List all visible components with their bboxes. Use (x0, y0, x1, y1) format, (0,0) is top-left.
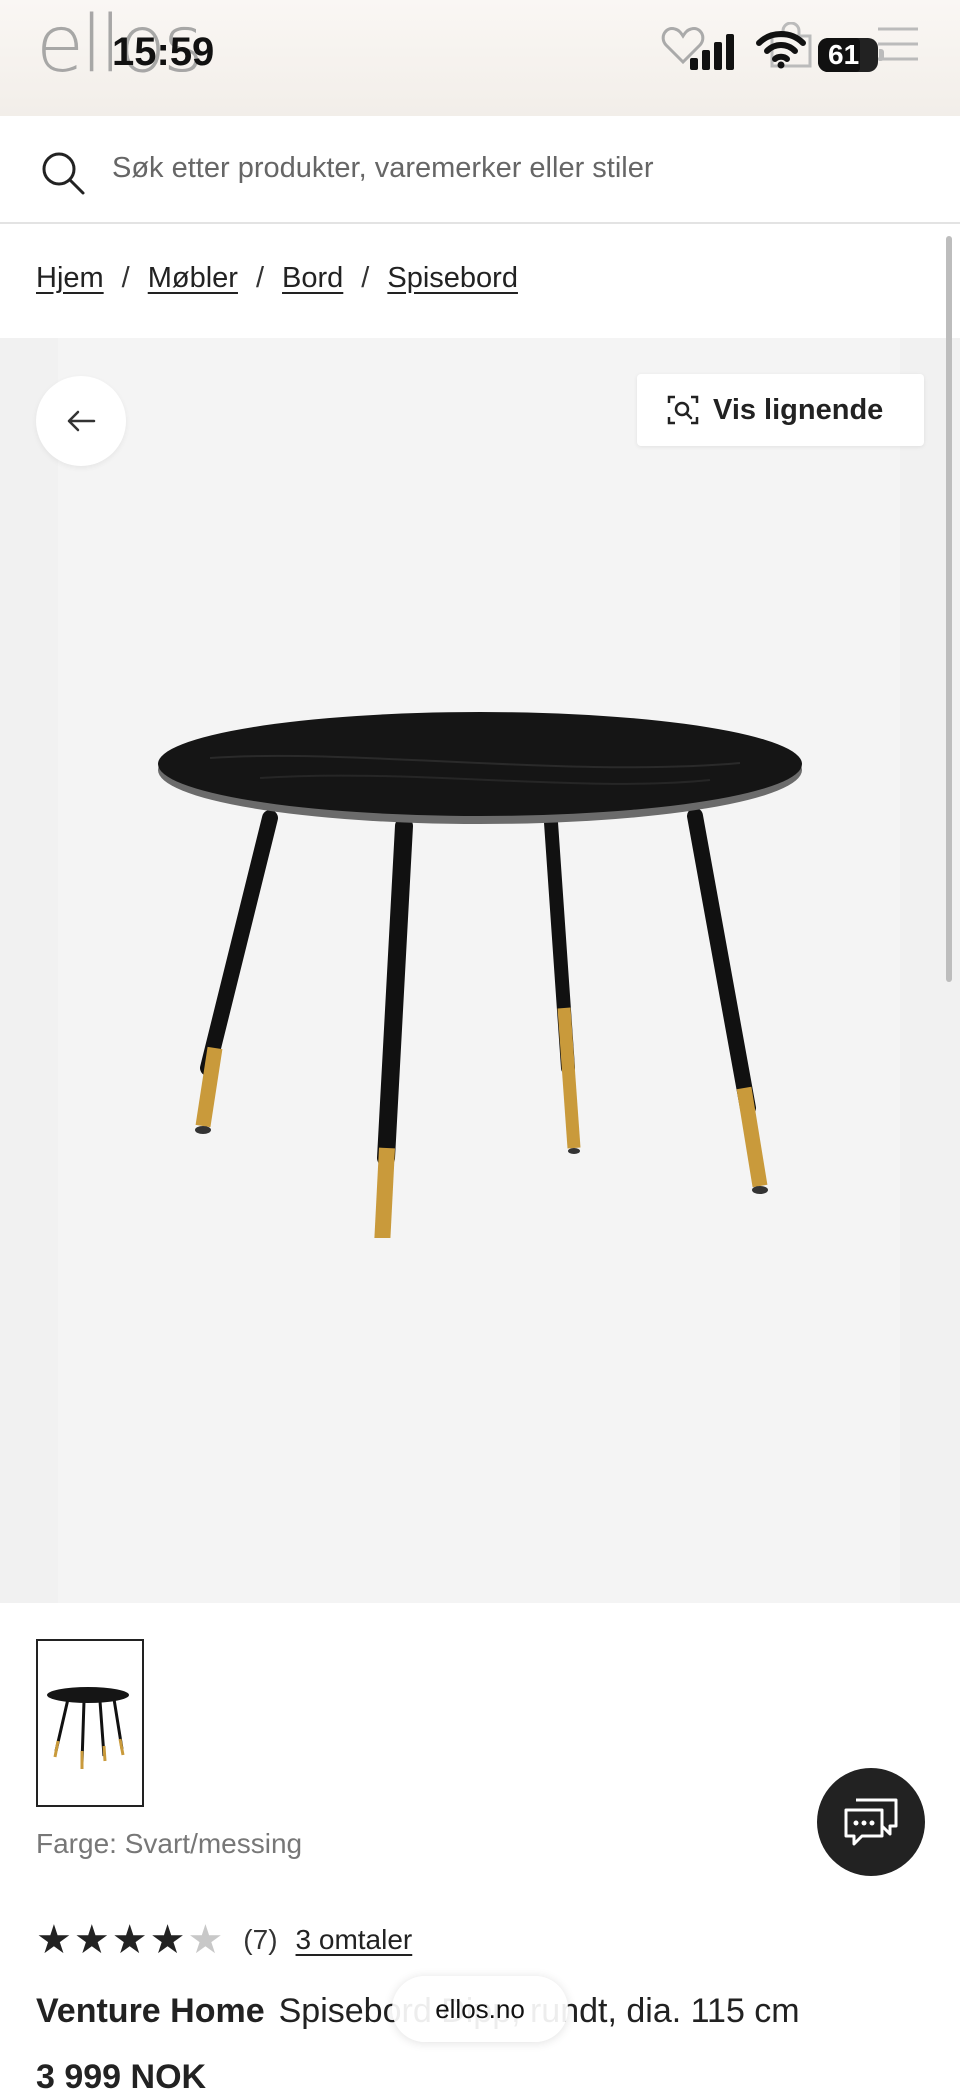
star-icon: ★ (111, 1918, 148, 1962)
page-scrollbar[interactable] (946, 236, 952, 982)
arrow-left-icon (67, 410, 96, 432)
breadcrumb-separator: / (121, 262, 130, 294)
battery-level: 61 (828, 39, 860, 70)
browser-url: ellos.no (435, 1993, 525, 2024)
search-icon[interactable] (40, 150, 86, 196)
product-image (158, 712, 802, 1238)
product-color: Farge: Svart/messing (36, 1828, 302, 1860)
product-price: 3 999 NOK (36, 2058, 207, 2096)
breadcrumb-separator: / (255, 262, 265, 294)
rating-stars: ★★★★★ (36, 1920, 225, 1960)
reviews-link[interactable]: 3 omtaler (296, 1924, 413, 1956)
product-brand[interactable]: Venture Home (36, 1992, 265, 2030)
wifi-icon (756, 31, 806, 69)
breadcrumb-home[interactable]: Hjem (36, 262, 104, 295)
search-input[interactable]: Søk etter produkter, varemerker eller st… (112, 152, 654, 185)
star-icon: ★ (187, 1918, 224, 1962)
back-button[interactable] (36, 376, 126, 466)
rating-count: (7) (243, 1924, 278, 1955)
breadcrumb: Hjem / Møbler / Bord / Spisebord (36, 262, 518, 295)
breadcrumb-dining-tables[interactable]: Spisebord (387, 262, 518, 295)
color-label: Farge: (36, 1828, 117, 1859)
battery-icon: 61 (818, 38, 884, 72)
breadcrumb-separator: / (361, 262, 370, 294)
chat-button[interactable] (817, 1768, 925, 1876)
site-header: ellos 15:59 61 (0, 0, 960, 116)
star-icon: ★ (36, 1918, 72, 1962)
star-icon: ★ (149, 1918, 186, 1962)
show-similar-label: Vis lignende (713, 393, 884, 426)
show-similar-button[interactable]: Vis lignende (637, 374, 924, 446)
color-value: Svart/messing (124, 1828, 303, 1859)
visual-search-icon (667, 395, 699, 425)
search-bar[interactable]: Søk etter produkter, varemerker eller st… (0, 116, 960, 224)
product-rating[interactable]: ★★★★★ (7) 3 omtaler (36, 1920, 412, 1960)
cellular-signal-icon (690, 30, 734, 70)
star-icon: ★ (73, 1918, 110, 1962)
breadcrumb-tables[interactable]: Bord (282, 262, 343, 295)
status-time: 15:59 (112, 30, 215, 74)
thumbnail-image (47, 1687, 129, 1769)
product-image-gallery[interactable]: Vis lignende (0, 338, 960, 1603)
chat-icon (844, 1798, 898, 1846)
browser-url-bar[interactable]: ellos.no (392, 1976, 568, 2042)
breadcrumb-furniture[interactable]: Møbler (148, 262, 238, 295)
product-thumbnail[interactable] (36, 1639, 144, 1807)
